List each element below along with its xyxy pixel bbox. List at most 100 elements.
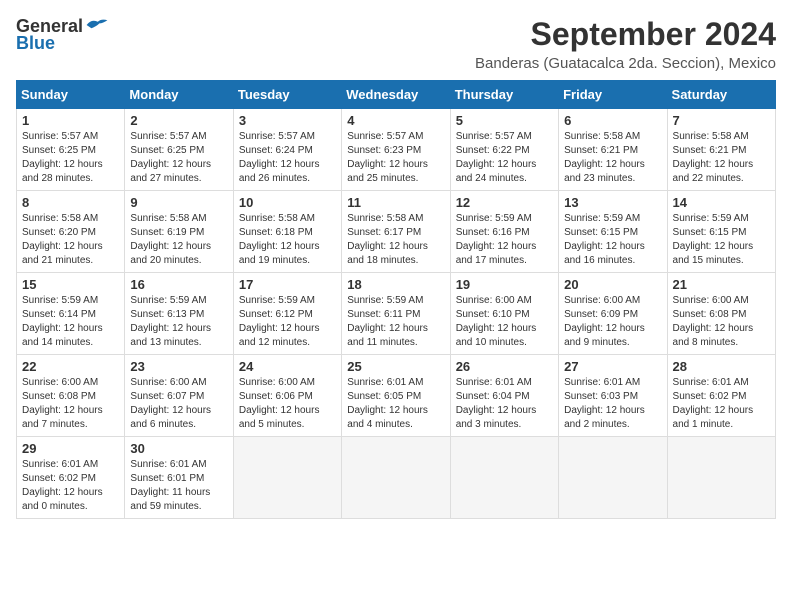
day-number: 5: [456, 113, 553, 128]
day-number: 11: [347, 195, 444, 210]
table-row: 17 Sunrise: 5:59 AM Sunset: 6:12 PM Dayli…: [233, 273, 341, 355]
day-number: 4: [347, 113, 444, 128]
day-number: 8: [22, 195, 119, 210]
day-number: 10: [239, 195, 336, 210]
table-row: 6 Sunrise: 5:58 AM Sunset: 6:21 PM Daylig…: [559, 109, 667, 191]
day-number: 27: [564, 359, 661, 374]
title-section: September 2024 Banderas (Guatacalca 2da.…: [109, 16, 776, 72]
table-row: 21Sunrise: 6:00 AM Sunset: 6:08 PM Dayli…: [667, 273, 775, 355]
day-number: 18: [347, 277, 444, 292]
table-row: 13Sunrise: 5:59 AM Sunset: 6:15 PM Dayli…: [559, 191, 667, 273]
day-info: Sunrise: 5:58 AM Sunset: 6:20 PM Dayligh…: [22, 212, 119, 268]
day-info: Sunrise: 5:59 AM Sunset: 6:11 PM Dayligh…: [347, 294, 444, 350]
day-number: 22: [22, 359, 119, 374]
table-row: 7Sunrise: 5:58 AM Sunset: 6:21 PM Daylig…: [667, 109, 775, 191]
table-row: 12 Sunrise: 5:59 AM Sunset: 6:16 PM Dayli…: [450, 191, 558, 273]
day-info: Sunrise: 5:58 AM Sunset: 6:17 PM Dayligh…: [347, 212, 444, 268]
day-number: 12: [456, 195, 553, 210]
calendar-week-row: 8 Sunrise: 5:58 AM Sunset: 6:20 PM Daylig…: [17, 191, 776, 273]
table-row: 30Sunrise: 6:01 AM Sunset: 6:01 PM Dayli…: [125, 437, 233, 519]
day-info: Sunrise: 5:58 AM Sunset: 6:19 PM Dayligh…: [130, 212, 227, 268]
day-number: 2: [130, 113, 227, 128]
day-info: Sunrise: 5:58 AM Sunset: 6:21 PM Dayligh…: [564, 130, 661, 186]
day-info: Sunrise: 6:00 AM Sunset: 6:08 PM Dayligh…: [22, 376, 119, 432]
day-number: 14: [673, 195, 770, 210]
day-number: 15: [22, 277, 119, 292]
table-row: 10Sunrise: 5:58 AM Sunset: 6:18 PM Dayli…: [233, 191, 341, 273]
table-row: 3 Sunrise: 5:57 AM Sunset: 6:24 PM Daylig…: [233, 109, 341, 191]
day-info: Sunrise: 5:59 AM Sunset: 6:15 PM Dayligh…: [673, 212, 770, 268]
col-sunday: Sunday: [17, 81, 125, 109]
day-info: Sunrise: 6:01 AM Sunset: 6:03 PM Dayligh…: [564, 376, 661, 432]
day-info: Sunrise: 5:57 AM Sunset: 6:24 PM Dayligh…: [239, 130, 336, 186]
table-row: 23 Sunrise: 6:00 AM Sunset: 6:07 PM Dayli…: [125, 355, 233, 437]
day-number: 3: [239, 113, 336, 128]
table-row: 19Sunrise: 6:00 AM Sunset: 6:10 PM Dayli…: [450, 273, 558, 355]
day-number: 20: [564, 277, 661, 292]
col-monday: Monday: [125, 81, 233, 109]
table-row: 24 Sunrise: 6:00 AM Sunset: 6:06 PM Dayli…: [233, 355, 341, 437]
day-info: Sunrise: 6:00 AM Sunset: 6:09 PM Dayligh…: [564, 294, 661, 350]
day-number: 1: [22, 113, 119, 128]
table-row: 8 Sunrise: 5:58 AM Sunset: 6:20 PM Daylig…: [17, 191, 125, 273]
col-wednesday: Wednesday: [342, 81, 450, 109]
table-row: 16Sunrise: 5:59 AM Sunset: 6:13 PM Dayli…: [125, 273, 233, 355]
table-row: 11 Sunrise: 5:58 AM Sunset: 6:17 PM Dayli…: [342, 191, 450, 273]
table-row: [233, 437, 341, 519]
day-number: 25: [347, 359, 444, 374]
calendar-week-row: 1 Sunrise: 5:57 AM Sunset: 6:25 PM Daylig…: [17, 109, 776, 191]
col-thursday: Thursday: [450, 81, 558, 109]
table-row: [667, 437, 775, 519]
day-number: 23: [130, 359, 227, 374]
day-number: 6: [564, 113, 661, 128]
day-number: 21: [673, 277, 770, 292]
table-row: [450, 437, 558, 519]
table-row: 20 Sunrise: 6:00 AM Sunset: 6:09 PM Dayli…: [559, 273, 667, 355]
table-row: [559, 437, 667, 519]
table-row: 2Sunrise: 5:57 AM Sunset: 6:25 PM Daylig…: [125, 109, 233, 191]
logo: General Blue: [16, 16, 109, 54]
table-row: 25 Sunrise: 6:01 AM Sunset: 6:05 PM Dayli…: [342, 355, 450, 437]
day-info: Sunrise: 5:59 AM Sunset: 6:15 PM Dayligh…: [564, 212, 661, 268]
day-info: Sunrise: 5:59 AM Sunset: 6:14 PM Dayligh…: [22, 294, 119, 350]
day-number: 9: [130, 195, 227, 210]
day-number: 24: [239, 359, 336, 374]
subtitle: Banderas (Guatacalca 2da. Seccion), Mexi…: [109, 55, 776, 72]
day-number: 7: [673, 113, 770, 128]
table-row: 9 Sunrise: 5:58 AM Sunset: 6:19 PM Daylig…: [125, 191, 233, 273]
day-number: 30: [130, 441, 227, 456]
day-number: 29: [22, 441, 119, 456]
day-info: Sunrise: 6:01 AM Sunset: 6:05 PM Dayligh…: [347, 376, 444, 432]
table-row: 14 Sunrise: 5:59 AM Sunset: 6:15 PM Dayli…: [667, 191, 775, 273]
day-info: Sunrise: 5:57 AM Sunset: 6:22 PM Dayligh…: [456, 130, 553, 186]
day-info: Sunrise: 5:59 AM Sunset: 6:16 PM Dayligh…: [456, 212, 553, 268]
day-info: Sunrise: 5:59 AM Sunset: 6:13 PM Dayligh…: [130, 294, 227, 350]
table-row: 15 Sunrise: 5:59 AM Sunset: 6:14 PM Dayli…: [17, 273, 125, 355]
main-title: September 2024: [109, 16, 776, 53]
day-info: Sunrise: 6:01 AM Sunset: 6:02 PM Dayligh…: [22, 458, 119, 514]
page-container: General Blue September 2024 Banderas (Gu…: [16, 16, 776, 519]
day-info: Sunrise: 6:00 AM Sunset: 6:06 PM Dayligh…: [239, 376, 336, 432]
table-row: 1 Sunrise: 5:57 AM Sunset: 6:25 PM Daylig…: [17, 109, 125, 191]
day-info: Sunrise: 5:57 AM Sunset: 6:25 PM Dayligh…: [22, 130, 119, 186]
day-info: Sunrise: 6:00 AM Sunset: 6:07 PM Dayligh…: [130, 376, 227, 432]
table-row: 27 Sunrise: 6:01 AM Sunset: 6:03 PM Dayli…: [559, 355, 667, 437]
table-row: 29 Sunrise: 6:01 AM Sunset: 6:02 PM Dayli…: [17, 437, 125, 519]
day-number: 28: [673, 359, 770, 374]
day-number: 17: [239, 277, 336, 292]
logo-bird-icon: [85, 16, 109, 34]
header: General Blue September 2024 Banderas (Gu…: [16, 16, 776, 72]
calendar-week-row: 29 Sunrise: 6:01 AM Sunset: 6:02 PM Dayli…: [17, 437, 776, 519]
day-number: 26: [456, 359, 553, 374]
day-info: Sunrise: 5:57 AM Sunset: 6:23 PM Dayligh…: [347, 130, 444, 186]
col-saturday: Saturday: [667, 81, 775, 109]
table-row: 28 Sunrise: 6:01 AM Sunset: 6:02 PM Dayli…: [667, 355, 775, 437]
table-row: 18 Sunrise: 5:59 AM Sunset: 6:11 PM Dayli…: [342, 273, 450, 355]
day-info: Sunrise: 5:59 AM Sunset: 6:12 PM Dayligh…: [239, 294, 336, 350]
calendar-week-row: 15 Sunrise: 5:59 AM Sunset: 6:14 PM Dayli…: [17, 273, 776, 355]
calendar-week-row: 22 Sunrise: 6:00 AM Sunset: 6:08 PM Dayli…: [17, 355, 776, 437]
day-info: Sunrise: 6:01 AM Sunset: 6:02 PM Dayligh…: [673, 376, 770, 432]
table-row: 22 Sunrise: 6:00 AM Sunset: 6:08 PM Dayli…: [17, 355, 125, 437]
day-info: Sunrise: 6:01 AM Sunset: 6:04 PM Dayligh…: [456, 376, 553, 432]
table-row: 5 Sunrise: 5:57 AM Sunset: 6:22 PM Daylig…: [450, 109, 558, 191]
